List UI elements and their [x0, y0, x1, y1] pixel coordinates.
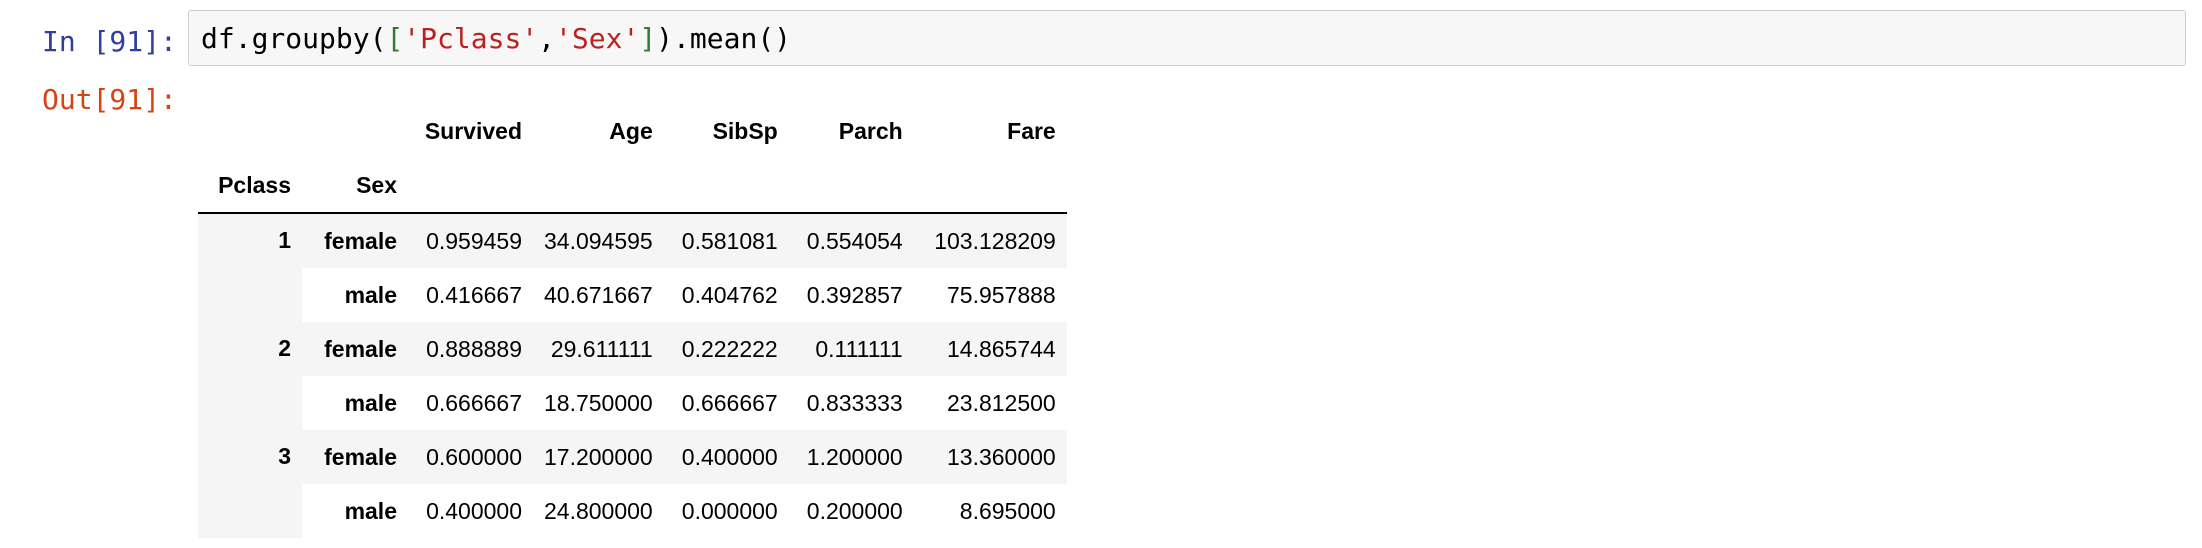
table-cell: 18.750000: [544, 389, 653, 416]
index-name-row: Pclass Sex: [198, 158, 1067, 214]
index-pclass: 3: [198, 430, 302, 538]
code-token: 'Sex': [555, 22, 640, 55]
index-sex: male: [344, 497, 397, 524]
table-row: male 0.666667 18.750000 0.666667 0.833333 23.…: [198, 376, 1067, 430]
code-token: ]: [639, 22, 657, 55]
dataframe-table: Survived Age SibSp Parch Fare Pclass Sex…: [198, 104, 1067, 538]
index-name: Pclass: [198, 158, 302, 214]
index-sex: male: [344, 389, 397, 416]
table-cell: 0.666667: [426, 389, 522, 416]
table-cell: 13.360000: [913, 430, 1067, 484]
index-sex: female: [302, 322, 408, 376]
table-cell: 75.957888: [947, 281, 1056, 308]
column-header: Age: [609, 117, 653, 144]
code-token: df.groupby(: [201, 22, 387, 55]
code-token: [: [386, 22, 404, 55]
index-sex: male: [344, 281, 397, 308]
table-cell: 8.695000: [959, 497, 1056, 524]
header-blank: [788, 158, 914, 214]
output-prompt: Out[91]:: [42, 83, 177, 116]
table-cell: 40.671667: [544, 281, 653, 308]
table-cell: 0.392857: [806, 281, 903, 308]
table-cell: 23.812500: [947, 389, 1056, 416]
header-blank: [408, 158, 533, 214]
code-token: ).mean(): [656, 22, 792, 55]
table-row: 2 female 0.888889 29.611111 0.222222 0.111111…: [198, 322, 1067, 430]
table-cell: 0.959459: [408, 213, 533, 268]
table-cell: 0.111111: [788, 322, 914, 376]
input-prompt: In [91]:: [42, 25, 177, 58]
table-row: male 0.400000 24.800000 0.000000 0.200000 8.6…: [198, 484, 1067, 538]
table-cell: 0.400000: [426, 497, 522, 524]
table-cell: 34.094595: [533, 213, 664, 268]
table-cell: 0.554054: [788, 213, 914, 268]
table-cell: 0.000000: [681, 497, 778, 524]
table-cell: 0.400000: [663, 430, 789, 484]
code-token: 'Pclass': [403, 22, 539, 55]
table-cell: 24.800000: [544, 497, 653, 524]
header-blank: [913, 158, 1067, 214]
index-sex: female: [302, 430, 408, 484]
table-cell: 0.581081: [663, 213, 789, 268]
index-pclass: 1: [198, 213, 302, 322]
index-name: Sex: [302, 158, 408, 214]
table-cell: 0.833333: [806, 389, 903, 416]
table-cell: 1.200000: [788, 430, 914, 484]
header-blank: [533, 158, 664, 214]
code-token: ,: [538, 22, 556, 55]
table-cell: 0.666667: [681, 389, 778, 416]
table-cell: 17.200000: [533, 430, 664, 484]
table-cell: 0.404762: [681, 281, 778, 308]
column-header: Parch: [838, 117, 903, 144]
table-cell: 0.222222: [663, 322, 789, 376]
table-row: 3 female 0.600000 17.200000 0.400000 1.200000…: [198, 430, 1067, 538]
column-header: Survived: [424, 117, 522, 144]
column-header: Fare: [1007, 117, 1056, 144]
index-sex: female: [302, 213, 408, 268]
index-pclass: 2: [198, 322, 302, 430]
dataframe-body: 1 female 0.959459 34.094595 0.581081 0.554054…: [198, 213, 1067, 538]
dataframe-output: Survived Age SibSp Parch Fare Pclass Sex…: [198, 104, 1067, 538]
table-cell: 0.200000: [806, 497, 903, 524]
code-input-area[interactable]: df.groupby(['Pclass','Sex']).mean(): [188, 10, 2186, 66]
table-row: 1 female 0.959459 34.094595 0.581081 0.554054…: [198, 213, 1067, 322]
table-cell: 29.611111: [533, 322, 664, 376]
column-header: SibSp: [712, 117, 778, 144]
header-blank: [302, 104, 408, 158]
table-cell: 14.865744: [913, 322, 1067, 376]
column-header-row: Survived Age SibSp Parch Fare: [198, 104, 1067, 158]
table-cell: 0.888889: [408, 322, 533, 376]
table-row: male 0.416667 40.671667 0.404762 0.392857 75.…: [198, 268, 1067, 322]
table-cell: 103.128209: [913, 213, 1067, 268]
table-cell: 0.600000: [408, 430, 533, 484]
notebook-page: In [91]: df.groupby(['Pclass','Sex']).me…: [0, 0, 2202, 548]
header-blank: [663, 158, 789, 214]
table-cell: 0.416667: [426, 281, 522, 308]
header-blank: [198, 104, 302, 158]
